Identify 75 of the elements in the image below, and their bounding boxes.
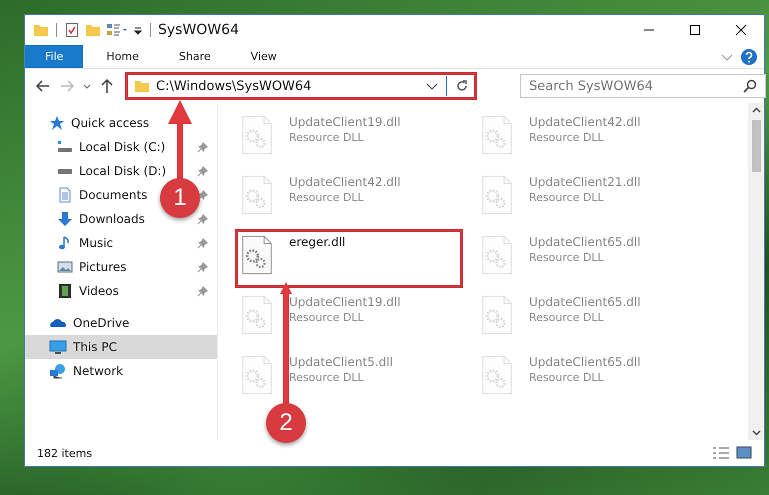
nav-item[interactable]: OneDrive <box>25 311 217 335</box>
help-icon[interactable] <box>740 48 758 66</box>
details-view-icon[interactable] <box>712 446 730 460</box>
ribbon-tab[interactable]: View <box>234 45 294 68</box>
file-name: UpdateClient21.dll <box>529 175 641 189</box>
file-type: Resource DLL <box>289 191 365 204</box>
large-icons-view-icon[interactable] <box>736 446 752 460</box>
gear-file-icon <box>481 355 513 395</box>
nav-item[interactable]: Local Disk (C:) <box>57 139 166 155</box>
ribbon-tab[interactable]: Home <box>89 45 156 68</box>
file-name: UpdateClient42.dll <box>529 115 641 129</box>
file-name: UpdateClient19.dll <box>289 295 401 309</box>
gear-file-icon <box>241 355 273 395</box>
nav-item[interactable]: This PC <box>25 335 217 359</box>
pin-icon[interactable] <box>197 237 209 249</box>
file-name: UpdateClient65.dll <box>529 295 641 309</box>
pin-icon[interactable] <box>197 285 209 297</box>
file-name: UpdateClient65.dll <box>529 355 641 369</box>
gear-file-icon <box>241 235 273 275</box>
pin-icon[interactable] <box>197 213 209 225</box>
drive-icon <box>58 168 72 174</box>
file-name: UpdateClient19.dll <box>289 115 401 129</box>
file-type: Resource DLL <box>529 131 605 144</box>
item-count: 182 items <box>37 446 92 460</box>
network-icon <box>49 363 67 379</box>
ribbon-tab[interactable]: File <box>25 45 84 68</box>
nav-item[interactable]: Downloads <box>57 211 145 227</box>
view-options-icon[interactable] <box>106 22 128 38</box>
document-icon <box>57 187 73 203</box>
gear-file-icon <box>481 295 513 335</box>
nav-item[interactable]: Pictures <box>57 259 127 275</box>
file-name: ereger.dll <box>289 235 346 249</box>
pin-icon[interactable] <box>197 165 209 177</box>
file-item[interactable]: ereger.dll <box>235 229 463 288</box>
film-icon <box>57 283 73 299</box>
picture-icon <box>57 259 73 275</box>
gear-file-icon <box>481 115 513 155</box>
pin-icon[interactable] <box>197 189 209 201</box>
scrollbar-thumb[interactable] <box>752 120 760 172</box>
file-type: Resource DLL <box>529 251 605 264</box>
gear-file-icon <box>241 175 273 215</box>
star-icon <box>49 115 65 131</box>
file-type: Resource DLL <box>529 311 605 324</box>
file-type: Resource DLL <box>529 191 605 204</box>
drive-icon <box>57 139 73 155</box>
properties-icon[interactable] <box>64 22 80 38</box>
nav-item[interactable]: Quick access <box>25 111 217 135</box>
file-name: UpdateClient42.dll <box>289 175 401 189</box>
address-bar[interactable]: C:\Windows\SysWOW64 <box>125 72 477 100</box>
download-arrow-icon <box>57 211 73 227</box>
search-field[interactable]: Search SysWOW64 <box>520 74 766 98</box>
ribbon-tab[interactable]: Share <box>162 45 228 68</box>
computer-icon <box>49 339 67 355</box>
file-type: Resource DLL <box>529 371 605 384</box>
nav-item[interactable]: Documents <box>57 187 148 203</box>
search-icon[interactable] <box>742 78 758 94</box>
nav-item[interactable]: Network <box>25 359 217 383</box>
gear-file-icon <box>241 295 273 335</box>
nav-item[interactable]: Videos <box>57 283 119 299</box>
file-type: Resource DLL <box>289 311 365 324</box>
window-title: SysWOW64 <box>158 22 239 38</box>
gear-file-icon <box>241 115 273 155</box>
nav-item[interactable]: Local Disk (D:) <box>57 164 166 178</box>
file-name: UpdateClient65.dll <box>529 235 641 249</box>
address-path: C:\Windows\SysWOW64 <box>156 78 312 94</box>
scrollbar[interactable] <box>748 103 764 440</box>
nav-item[interactable]: Music <box>57 235 114 251</box>
folder-icon <box>134 78 150 94</box>
pin-icon[interactable] <box>197 141 209 153</box>
file-name: UpdateClient5.dll <box>289 355 393 369</box>
file-type: Resource DLL <box>289 371 365 384</box>
gear-file-icon <box>481 175 513 215</box>
file-type: Resource DLL <box>289 131 365 144</box>
gear-file-icon <box>481 235 513 275</box>
pin-icon[interactable] <box>197 261 209 273</box>
